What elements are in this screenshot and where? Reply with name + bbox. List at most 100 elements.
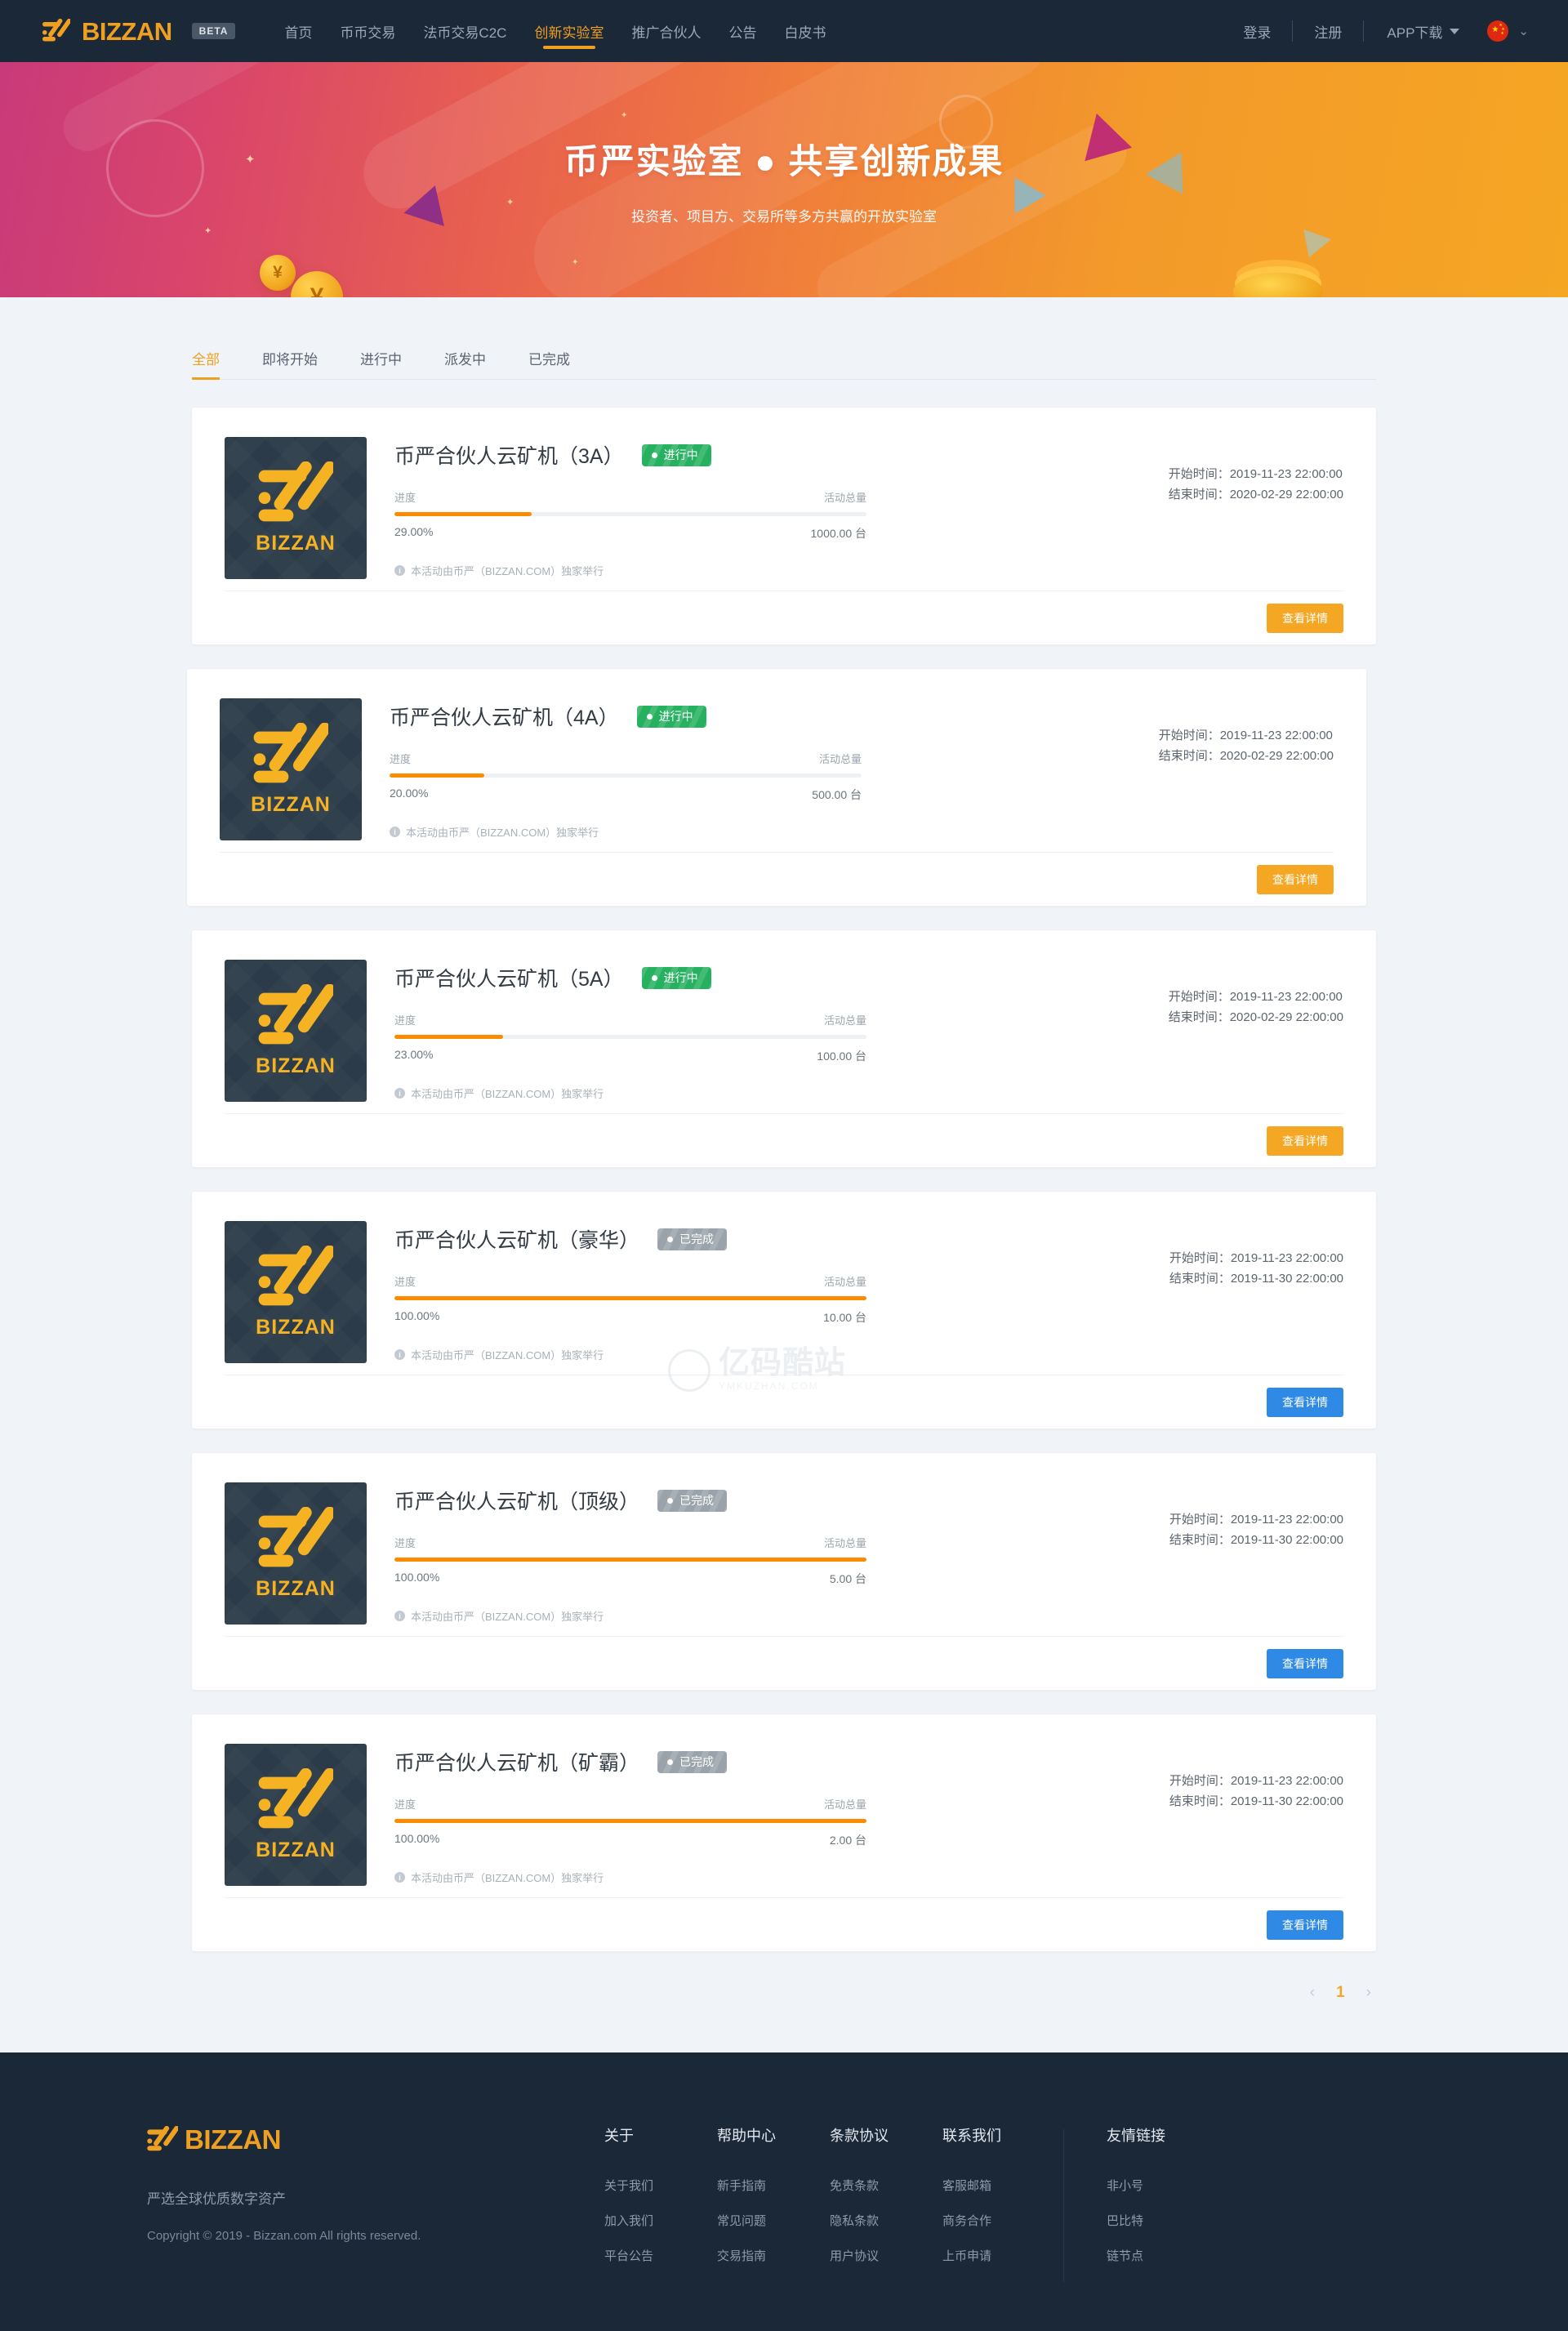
footer-link[interactable]: 新手指南	[717, 2177, 830, 2194]
view-detail-button[interactable]: 查看详情	[1267, 1910, 1343, 1940]
start-time-label: 开始时间：	[1168, 467, 1230, 481]
end-time-row: 结束时间：2020-02-29 22:00:00	[1169, 485, 1343, 506]
info-icon: i	[394, 1088, 405, 1099]
start-time-row: 开始时间：2019-11-23 22:00:00	[1169, 465, 1343, 485]
progress-fill	[390, 773, 484, 778]
progress-value: 29.00%	[394, 525, 434, 538]
tab-all[interactable]: 全部	[192, 348, 220, 380]
nav-item-home[interactable]: 首页	[284, 0, 312, 62]
nav-item-coin-trade[interactable]: 币币交易	[340, 0, 395, 62]
view-detail-button[interactable]: 查看详情	[1257, 864, 1334, 894]
login-link[interactable]: 登录	[1222, 21, 1292, 42]
footer-link[interactable]: 非小号	[1107, 2177, 1237, 2194]
progress-block: 进度 活动总量 29.00% 1000.00 台	[394, 489, 866, 542]
activity-card[interactable]: BIZZAN 币严合伙人云矿机（4A） 进行中 进度 活动总量 20.00% 5…	[187, 669, 1366, 906]
tab-finished[interactable]: 已完成	[528, 348, 570, 379]
pagination: ‹ 1 ›	[192, 1984, 1376, 2002]
progress-track	[394, 1819, 866, 1823]
footer-link[interactable]: 客服邮箱	[942, 2177, 1055, 2194]
nav-item-fiat-c2c[interactable]: 法币交易C2C	[423, 0, 506, 62]
activity-card-footer: 查看详情	[225, 1113, 1343, 1167]
end-time-value: 2020-02-29 22:00:00	[1229, 487, 1343, 501]
footer-brand-name: BIZZAN	[185, 2124, 281, 2155]
pagination-next[interactable]: ›	[1366, 1984, 1371, 2002]
activity-thumbnail: BIZZAN	[225, 960, 367, 1102]
footer-link[interactable]: 商务合作	[942, 2212, 1055, 2229]
language-selector[interactable]: ★ ★ ★ ★ ⌄	[1477, 20, 1529, 42]
footer-link[interactable]: 平台公告	[604, 2247, 717, 2264]
view-detail-button[interactable]: 查看详情	[1267, 603, 1343, 633]
pagination-prev[interactable]: ‹	[1310, 1984, 1315, 2002]
view-detail-button[interactable]: 查看详情	[1267, 1125, 1343, 1156]
footer-link[interactable]: 链节点	[1107, 2247, 1237, 2264]
chevron-down-icon	[1450, 28, 1460, 34]
start-time-value: 2019-11-23 22:00:00	[1230, 1251, 1343, 1265]
footer-link[interactable]: 用户协议	[830, 2247, 942, 2264]
main-nav: 首页 币币交易 法币交易C2C 创新实验室 推广合伙人 公告 白皮书	[284, 0, 826, 62]
tab-distributing[interactable]: 派发中	[444, 348, 486, 379]
nav-item-innovation-lab[interactable]: 创新实验室	[534, 0, 604, 62]
pagination-page-1[interactable]: 1	[1336, 1984, 1345, 2002]
total-value: 100.00 台	[817, 1050, 866, 1063]
status-badge: 已完成	[657, 1489, 728, 1512]
progress-track	[394, 1035, 866, 1039]
footer-column: 联系我们 客服邮箱 商务合作 上币申请	[942, 2126, 1055, 2282]
activity-card[interactable]: BIZZAN 币严合伙人云矿机（顶级） 已完成 进度 活动总量 100.00% …	[192, 1453, 1376, 1690]
nav-item-partner[interactable]: 推广合伙人	[631, 0, 701, 62]
progress-track	[394, 1296, 866, 1300]
progress-block: 进度 活动总量 100.00% 10.00 台	[394, 1273, 866, 1326]
activity-card[interactable]: BIZZAN 币严合伙人云矿机（5A） 进行中 进度 活动总量 23.00% 1…	[192, 930, 1376, 1167]
activity-card[interactable]: BIZZAN 币严合伙人云矿机（矿霸） 已完成 进度 活动总量 100.00% …	[192, 1714, 1376, 1951]
status-badge-label: 进行中	[658, 710, 693, 723]
status-badge: 已完成	[657, 1228, 728, 1250]
total-label: 活动总量	[823, 1014, 866, 1027]
end-time-row: 结束时间：2019-11-30 22:00:00	[1169, 1531, 1343, 1551]
footer-link[interactable]: 上币申请	[942, 2247, 1055, 2264]
activity-card[interactable]: BIZZAN 币严合伙人云矿机（豪华） 已完成 进度 活动总量 100.00% …	[192, 1192, 1376, 1428]
footer-link[interactable]: 隐私条款	[830, 2212, 942, 2229]
activity-card-footer: 查看详情	[225, 591, 1343, 644]
footer-link[interactable]: 巴比特	[1107, 2212, 1237, 2229]
view-detail-button[interactable]: 查看详情	[1267, 1648, 1343, 1678]
nav-item-whitepaper[interactable]: 白皮书	[784, 0, 826, 62]
start-time-label: 开始时间：	[1169, 1251, 1231, 1265]
activity-card-footer: 查看详情	[225, 1636, 1343, 1690]
start-time-label: 开始时间：	[1169, 1774, 1231, 1788]
activity-note-text: 本活动由币严（BIZZAN.COM）独家举行	[411, 1349, 604, 1362]
nav-item-announcement[interactable]: 公告	[728, 0, 756, 62]
activity-card[interactable]: BIZZAN 币严合伙人云矿机（3A） 进行中 进度 活动总量 29.00% 1…	[192, 408, 1376, 644]
view-detail-button[interactable]: 查看详情	[1267, 1387, 1343, 1417]
footer-link[interactable]: 关于我们	[604, 2177, 717, 2194]
tab-ongoing[interactable]: 进行中	[360, 348, 402, 379]
start-time-label: 开始时间：	[1168, 990, 1230, 1004]
total-label: 活动总量	[823, 492, 866, 504]
start-time-label: 开始时间：	[1158, 729, 1220, 742]
activity-card-list: BIZZAN 币严合伙人云矿机（3A） 进行中 进度 活动总量 29.00% 1…	[187, 408, 1376, 1951]
footer-link[interactable]: 交易指南	[717, 2247, 830, 2264]
hero-subtitle: 投资者、项目方、交易所等多方共赢的开放实验室	[631, 209, 937, 225]
activity-note: i 本活动由币严（BIZZAN.COM）独家举行	[394, 563, 992, 591]
app-download-dropdown[interactable]: APP下载	[1364, 21, 1477, 42]
thumbnail-brand-text: BIZZAN	[256, 1838, 336, 1861]
activity-note: i 本活动由币严（BIZZAN.COM）独家举行	[394, 1347, 992, 1375]
footer-link[interactable]: 加入我们	[604, 2212, 717, 2229]
tab-upcoming[interactable]: 即将开始	[262, 348, 318, 379]
footer-link[interactable]: 免责条款	[830, 2177, 942, 2194]
start-time-value: 2019-11-23 22:00:00	[1230, 1513, 1343, 1527]
register-link[interactable]: 注册	[1293, 21, 1363, 42]
thumbnail-brand-text: BIZZAN	[256, 1576, 336, 1600]
status-badge-label: 已完成	[679, 1755, 715, 1768]
activity-title: 币严合伙人云矿机（3A）	[394, 445, 624, 468]
end-time-value: 2019-11-30 22:00:00	[1230, 1271, 1343, 1286]
sparkle-icon: ✦	[506, 198, 514, 207]
footer-link[interactable]: 常见问题	[717, 2212, 830, 2229]
progress-value: 100.00%	[394, 1309, 440, 1322]
end-time-label: 结束时间：	[1168, 1010, 1230, 1024]
sparkle-icon: ✦	[572, 258, 579, 267]
end-time-value: 2019-11-30 22:00:00	[1230, 1532, 1343, 1547]
brand-logo[interactable]: BIZZAN BETA	[42, 19, 236, 44]
footer-logo[interactable]: BIZZAN	[147, 2126, 604, 2153]
activity-card-footer: 查看详情	[225, 1897, 1343, 1951]
status-badge: 进行中	[636, 705, 706, 728]
activity-note-text: 本活动由币严（BIZZAN.COM）独家举行	[411, 1088, 604, 1100]
